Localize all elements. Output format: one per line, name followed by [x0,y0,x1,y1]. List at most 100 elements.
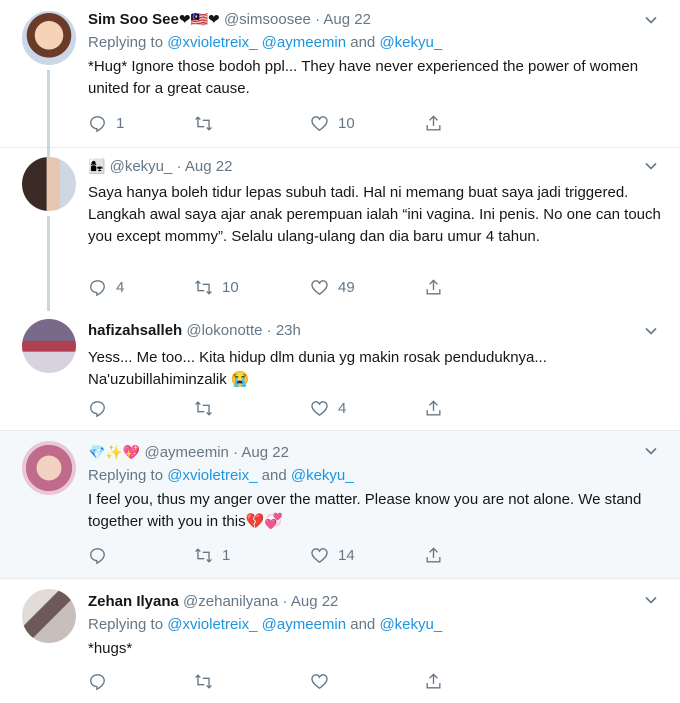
share-icon [426,672,441,689]
like-count: 10 [338,114,355,132]
user-handle[interactable]: @lokonotte [186,322,262,339]
tweet-text: *hugs* [88,640,133,657]
separator-dot: · [233,444,239,461]
share-button[interactable] [424,546,443,565]
name-emoji: 💎✨💖 [88,445,141,462]
avatar[interactable] [22,319,76,373]
avatar[interactable] [22,441,76,495]
reply-icon [90,279,105,296]
retweet-icon [195,279,212,295]
like-icon [311,673,328,689]
thread-line [47,216,50,311]
mention-link[interactable]: @aymeemin [262,34,346,51]
mention-link[interactable]: @kekyu_ [291,467,354,484]
thread-line [47,148,50,157]
share-button[interactable] [424,672,443,691]
display-name[interactable]: hafizahsalleh [88,322,182,339]
reply-button[interactable] [88,399,116,418]
reply-thread: Sim Soo See❤🇲🇾❤ @simsoosee · Aug 22 Repl… [0,0,680,703]
like-button[interactable]: 10 [310,114,355,133]
thread-line [47,70,50,148]
separator-dot: · [176,158,182,175]
share-button[interactable] [424,278,443,297]
like-count: 14 [338,546,355,564]
separator-dot: · [266,322,272,339]
mention-link[interactable]: @kekyu_ [379,616,442,633]
retweet-button[interactable]: 10 [194,278,239,297]
tweet[interactable]: hafizahsalleh @lokonotte · 23h Yess... M… [0,311,680,431]
tweet-text: Yess... Me too... Kita hidup dlm dunia y… [88,349,547,388]
reply-count: 4 [116,278,125,296]
share-button[interactable] [424,114,443,133]
reply-button[interactable] [88,546,116,565]
like-count: 4 [338,399,347,417]
retweet-count: 1 [222,546,231,564]
timestamp[interactable]: Aug 22 [323,11,371,28]
user-handle[interactable]: @simsoosee [224,11,311,28]
avatar[interactable] [22,589,76,643]
display-name[interactable]: Sim Soo See [88,11,179,28]
mention-link[interactable]: @aymeemin [262,616,346,633]
tweet-text: Saya hanya boleh tidur lepas subuh tadi.… [88,184,661,245]
mention-joiner: and [346,616,380,633]
like-count: 49 [338,278,355,296]
replying-to: Replying to @xvioletreix_ @aymeemin and … [88,615,662,635]
share-icon [426,278,441,295]
like-icon [311,547,328,563]
like-button[interactable]: 4 [310,399,346,418]
like-icon [311,279,328,295]
replying-to: Replying to @xvioletreix_ @aymeemin and … [88,33,662,53]
like-button[interactable]: 49 [310,278,355,297]
retweet-button[interactable] [194,399,222,418]
mention-joiner: and [257,467,291,484]
tweet[interactable]: Sim Soo See❤🇲🇾❤ @simsoosee · Aug 22 Repl… [0,0,680,148]
tweet-text: I feel you, thus my anger over the matte… [88,491,642,530]
replying-to-label: Replying to [88,467,168,484]
retweet-icon [195,673,212,689]
avatar[interactable] [22,157,76,211]
like-icon [311,115,328,131]
replying-to-label: Replying to [88,34,168,51]
retweet-button[interactable]: 1 [194,546,230,565]
mention-link[interactable]: @xvioletreix_ [167,467,257,484]
retweet-button[interactable] [194,672,222,691]
replying-to-label: Replying to [88,616,168,633]
replying-to: Replying to @xvioletreix_ and @kekyu_ [88,466,662,486]
avatar[interactable] [22,11,76,65]
reply-button[interactable]: 1 [88,114,124,133]
share-icon [426,399,441,416]
separator-dot: · [282,593,288,610]
mention-link[interactable]: @xvioletreix_ [167,34,257,51]
user-handle[interactable]: @zehanilyana [183,593,278,610]
separator-dot: · [315,11,321,28]
mention-link[interactable]: @xvioletreix_ [167,616,257,633]
like-button[interactable]: 14 [310,546,355,565]
timestamp[interactable]: Aug 22 [185,158,233,175]
like-button[interactable] [310,672,338,691]
share-icon [426,546,441,563]
mention-joiner: and [346,34,380,51]
reply-icon [90,547,105,564]
timestamp[interactable]: Aug 22 [241,444,289,461]
retweet-icon [195,115,212,131]
mention-link[interactable]: @kekyu_ [379,34,442,51]
display-name[interactable]: Zehan Ilyana [88,593,179,610]
user-handle[interactable]: @aymeemin [144,444,228,461]
name-emoji: ❤🇲🇾❤ [178,12,220,29]
reply-icon [90,115,105,132]
retweet-count: 10 [222,278,239,296]
retweet-icon [195,547,212,563]
reply-count: 1 [116,114,125,132]
share-icon [426,114,441,131]
timestamp[interactable]: 23h [276,322,301,339]
tweet[interactable]: 💎✨💖 @aymeemin · Aug 22 Replying to @xvio… [0,431,680,579]
share-button[interactable] [424,399,443,418]
reply-button[interactable] [88,672,116,691]
timestamp[interactable]: Aug 22 [291,593,339,610]
reply-icon [90,400,105,417]
user-handle[interactable]: @kekyu_ [110,158,173,175]
reply-button[interactable]: 4 [88,278,124,297]
tweet[interactable]: 👩‍👧 @kekyu_ · Aug 22 Saya hanya boleh ti… [0,148,680,311]
retweet-button[interactable] [194,114,222,133]
tweet[interactable]: Zehan Ilyana @zehanilyana · Aug 22 Reply… [0,579,680,703]
